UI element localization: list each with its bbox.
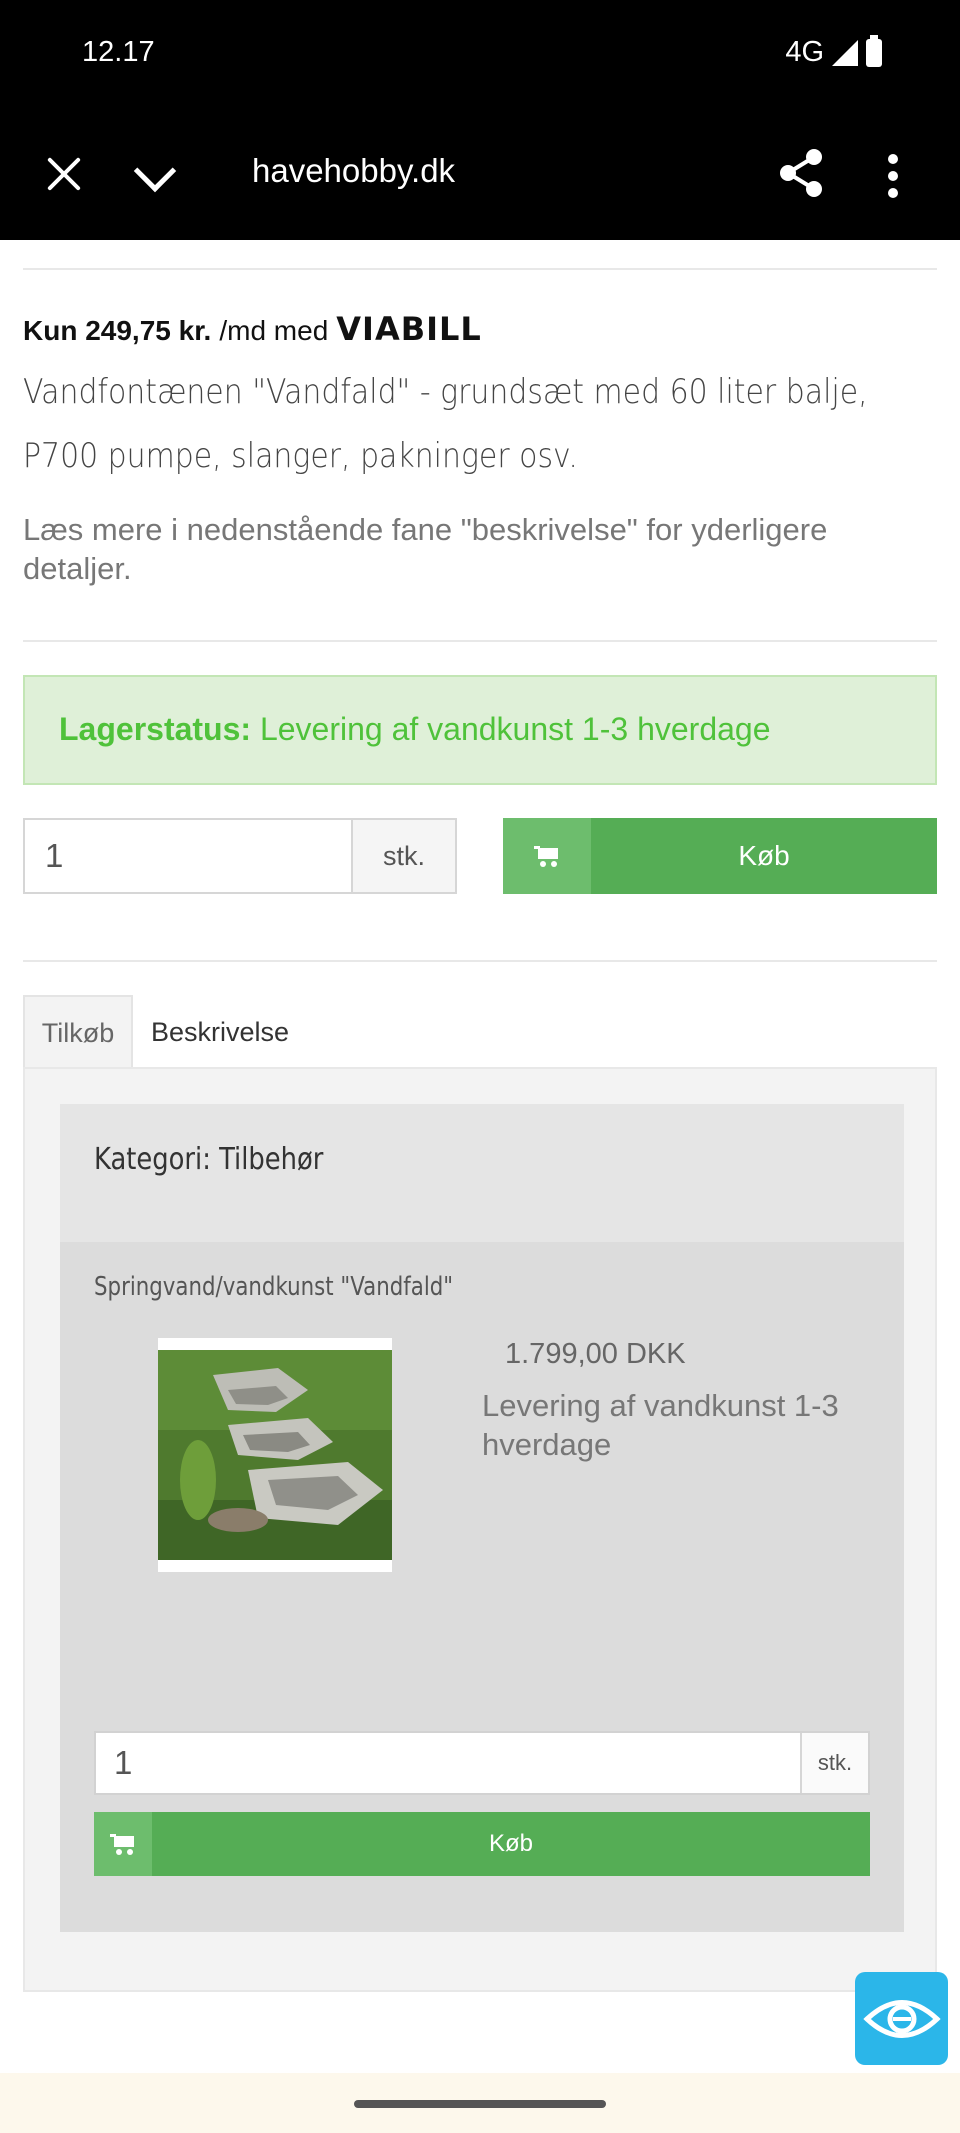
- network-label: 4G: [785, 36, 824, 68]
- quantity-input[interactable]: [25, 820, 353, 892]
- status-indicators: 4G: [785, 34, 882, 69]
- fountain-image: [158, 1350, 392, 1560]
- stock-value: Levering af vandkunst 1-3 hverdage: [259, 711, 771, 747]
- product-tabs: Tilkøb Beskrivelse: [23, 995, 937, 1069]
- chevron-down-icon[interactable]: [133, 149, 177, 193]
- buy-button-label: Køb: [738, 840, 790, 871]
- category-header: Kategori: Tilbehør: [60, 1104, 904, 1242]
- url-title[interactable]: havehobby.dk: [252, 152, 455, 190]
- browser-toolbar: havehobby.dk: [0, 110, 960, 240]
- status-bar: 12.17 4G: [0, 0, 960, 110]
- quantity-unit: stk.: [353, 820, 455, 892]
- accessory-quantity-input[interactable]: [96, 1733, 802, 1793]
- accessory-name[interactable]: Springvand/vandkunst "Vandfald": [94, 1272, 453, 1302]
- quantity-field: stk.: [23, 818, 457, 894]
- accessory-buy-label: Køb: [488, 1830, 533, 1857]
- status-time: 12.17: [82, 36, 155, 68]
- accessory-quantity-field: stk.: [94, 1731, 870, 1795]
- share-icon[interactable]: [778, 148, 824, 198]
- divider: [23, 640, 937, 642]
- eye-icon: [862, 1999, 941, 2038]
- divider: [23, 960, 937, 962]
- more-vert-icon[interactable]: [888, 154, 900, 198]
- product-short-description: Vandfontænen "Vandfald" - grundsæt med 6…: [23, 372, 868, 476]
- tab-tilkob[interactable]: Tilkøb: [23, 995, 133, 1069]
- divider: [23, 268, 937, 270]
- cart-icon: [94, 1812, 152, 1876]
- viabill-logo: VIABILL: [336, 310, 482, 348]
- battery-icon: [866, 34, 882, 67]
- accessory-buy-button[interactable]: Køb: [94, 1812, 870, 1876]
- cart-icon: [503, 818, 591, 894]
- category-label: Kategori: Tilbehør: [94, 1142, 324, 1177]
- home-indicator[interactable]: [354, 2100, 606, 2108]
- accessory-image[interactable]: [158, 1338, 392, 1572]
- viabill-suffix: /md med: [219, 315, 329, 346]
- close-icon[interactable]: [44, 154, 84, 194]
- tab-panel: Kategori: Tilbehør Springvand/vandkunst …: [23, 1067, 937, 1992]
- tab-beskrivelse[interactable]: Beskrivelse: [151, 995, 289, 1069]
- signal-icon: [832, 39, 858, 66]
- read-more-text: Læs mere i nedenstående fane "beskrivels…: [23, 512, 828, 586]
- accessory-stock: Levering af vandkunst 1-3 hverdage: [482, 1388, 839, 1462]
- stock-label: Lagerstatus:: [59, 711, 252, 747]
- stock-status-box: Lagerstatus: Levering af vandkunst 1-3 h…: [23, 675, 937, 785]
- buy-button[interactable]: Køb: [503, 818, 937, 894]
- viabill-price: Kun 249,75 kr.: [23, 315, 212, 346]
- accessibility-eye-button[interactable]: [855, 1972, 948, 2065]
- accessory-price: 1.799,00 DKK: [505, 1338, 686, 1370]
- accessory-card: Kategori: Tilbehør Springvand/vandkunst …: [60, 1104, 904, 1932]
- accessory-quantity-unit: stk.: [802, 1733, 868, 1793]
- viabill-offer[interactable]: Kun 249,75 kr. /md med VIABILL: [23, 310, 482, 348]
